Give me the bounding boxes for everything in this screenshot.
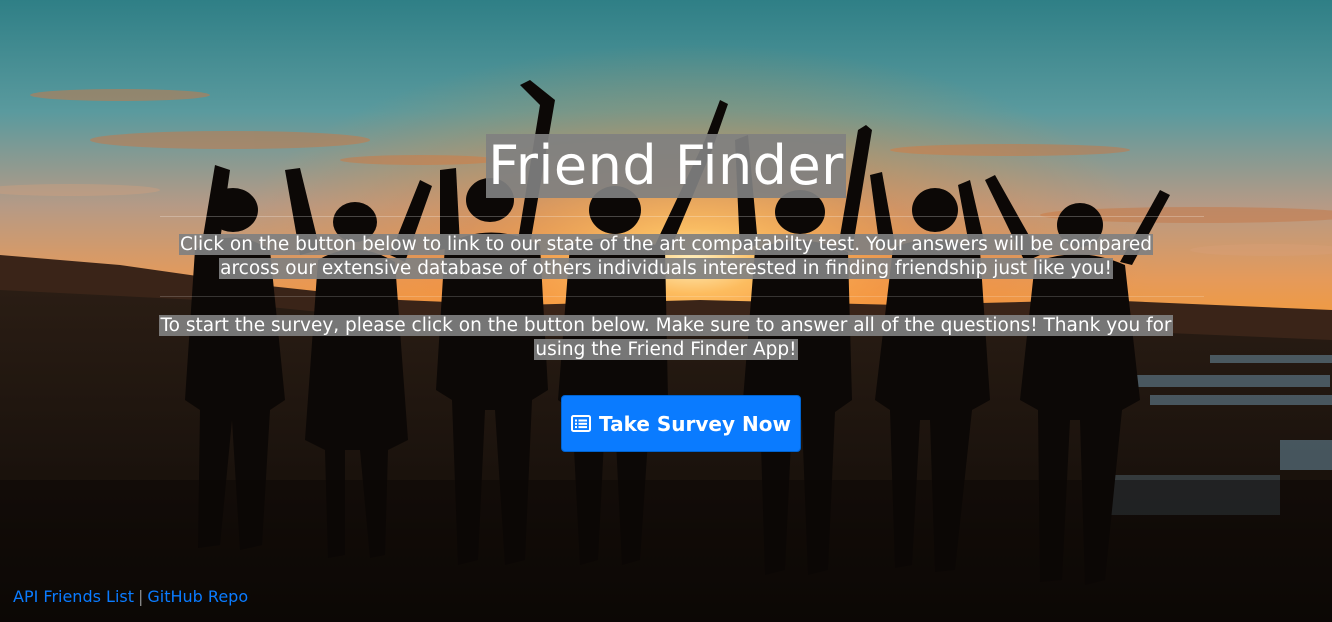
- instructions-paragraph: To start the survey, please click on the…: [150, 314, 1182, 362]
- intro-paragraph-text: Click on the button below to link to our…: [178, 234, 1154, 279]
- intro-paragraph: Click on the button below to link to our…: [150, 233, 1182, 281]
- footer-separator: |: [138, 587, 144, 606]
- background-photo: [0, 0, 1332, 622]
- take-survey-button[interactable]: Take Survey Now: [561, 395, 801, 452]
- footer-links: API Friends List | GitHub Repo: [13, 587, 248, 607]
- landing-page: Friend Finder Click on the button below …: [0, 0, 1332, 622]
- page-title: Friend Finder: [0, 134, 1332, 198]
- page-title-text: Friend Finder: [486, 134, 846, 198]
- instructions-paragraph-text: To start the survey, please click on the…: [159, 315, 1173, 360]
- divider-top: [160, 216, 1204, 217]
- api-friends-list-link[interactable]: API Friends List: [13, 587, 134, 606]
- github-repo-link[interactable]: GitHub Repo: [147, 587, 248, 606]
- list-alt-icon: [571, 415, 592, 432]
- take-survey-button-label: Take Survey Now: [599, 411, 791, 436]
- divider-middle: [160, 296, 1204, 297]
